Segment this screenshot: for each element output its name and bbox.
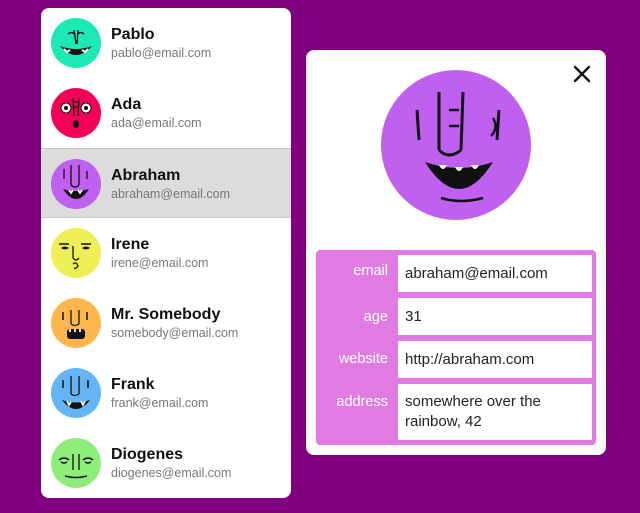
pablo-avatar-icon <box>51 18 101 68</box>
contact-irene[interactable]: Irene irene@email.com <box>41 218 291 288</box>
contact-diogenes[interactable]: Diogenes diogenes@email.com <box>41 428 291 498</box>
contact-frank[interactable]: Frank frank@email.com <box>41 358 291 428</box>
contact-abraham[interactable]: Abraham abraham@email.com <box>41 148 291 218</box>
contact-email: diogenes@email.com <box>111 466 232 480</box>
somebody-avatar-icon <box>51 298 101 348</box>
diogenes-avatar-icon <box>51 438 101 488</box>
close-icon[interactable] <box>570 62 594 86</box>
contact-email: abraham@email.com <box>111 187 230 201</box>
contact-detail-card: email abraham@email.com age 31 website h… <box>306 50 606 455</box>
field-label: age <box>363 309 388 325</box>
info-row-age: age 31 <box>316 293 596 336</box>
contact-list: Pablo pablo@email.com Ada ada@email.com … <box>41 8 291 498</box>
field-label: website <box>338 351 388 367</box>
info-row-email: email abraham@email.com <box>316 250 596 293</box>
contact-info-table: email abraham@email.com age 31 website h… <box>316 250 596 445</box>
contact-name: Ada <box>111 96 142 113</box>
contact-email: frank@email.com <box>111 396 209 410</box>
contact-mr-somebody[interactable]: Mr. Somebody somebody@email.com <box>41 288 291 358</box>
website-value[interactable]: http://abraham.com <box>398 341 592 378</box>
contact-name: Pablo <box>111 26 155 43</box>
contact-email: pablo@email.com <box>111 46 212 60</box>
contact-email: irene@email.com <box>111 256 209 270</box>
contact-ada[interactable]: Ada ada@email.com <box>41 78 291 148</box>
info-row-address: address somewhere over the rainbow, 42 <box>316 379 596 445</box>
irene-avatar-icon <box>51 228 101 278</box>
field-label: address <box>336 394 388 410</box>
contact-pablo[interactable]: Pablo pablo@email.com <box>41 8 291 78</box>
contact-email: somebody@email.com <box>111 326 239 340</box>
contact-name: Irene <box>111 236 150 253</box>
abraham-large-avatar-icon <box>381 70 531 220</box>
contact-name: Diogenes <box>111 446 184 463</box>
address-value: somewhere over the rainbow, 42 <box>398 384 592 440</box>
contact-name: Abraham <box>111 167 181 184</box>
frank-avatar-icon <box>51 368 101 418</box>
ada-avatar-icon <box>51 88 101 138</box>
field-label: email <box>353 263 388 279</box>
age-value: 31 <box>398 298 592 335</box>
email-value: abraham@email.com <box>398 255 592 292</box>
info-row-website: website http://abraham.com <box>316 336 596 379</box>
contact-name: Frank <box>111 376 155 393</box>
abraham-avatar-icon <box>51 159 101 209</box>
contact-email: ada@email.com <box>111 116 202 130</box>
contact-name: Mr. Somebody <box>111 306 221 323</box>
